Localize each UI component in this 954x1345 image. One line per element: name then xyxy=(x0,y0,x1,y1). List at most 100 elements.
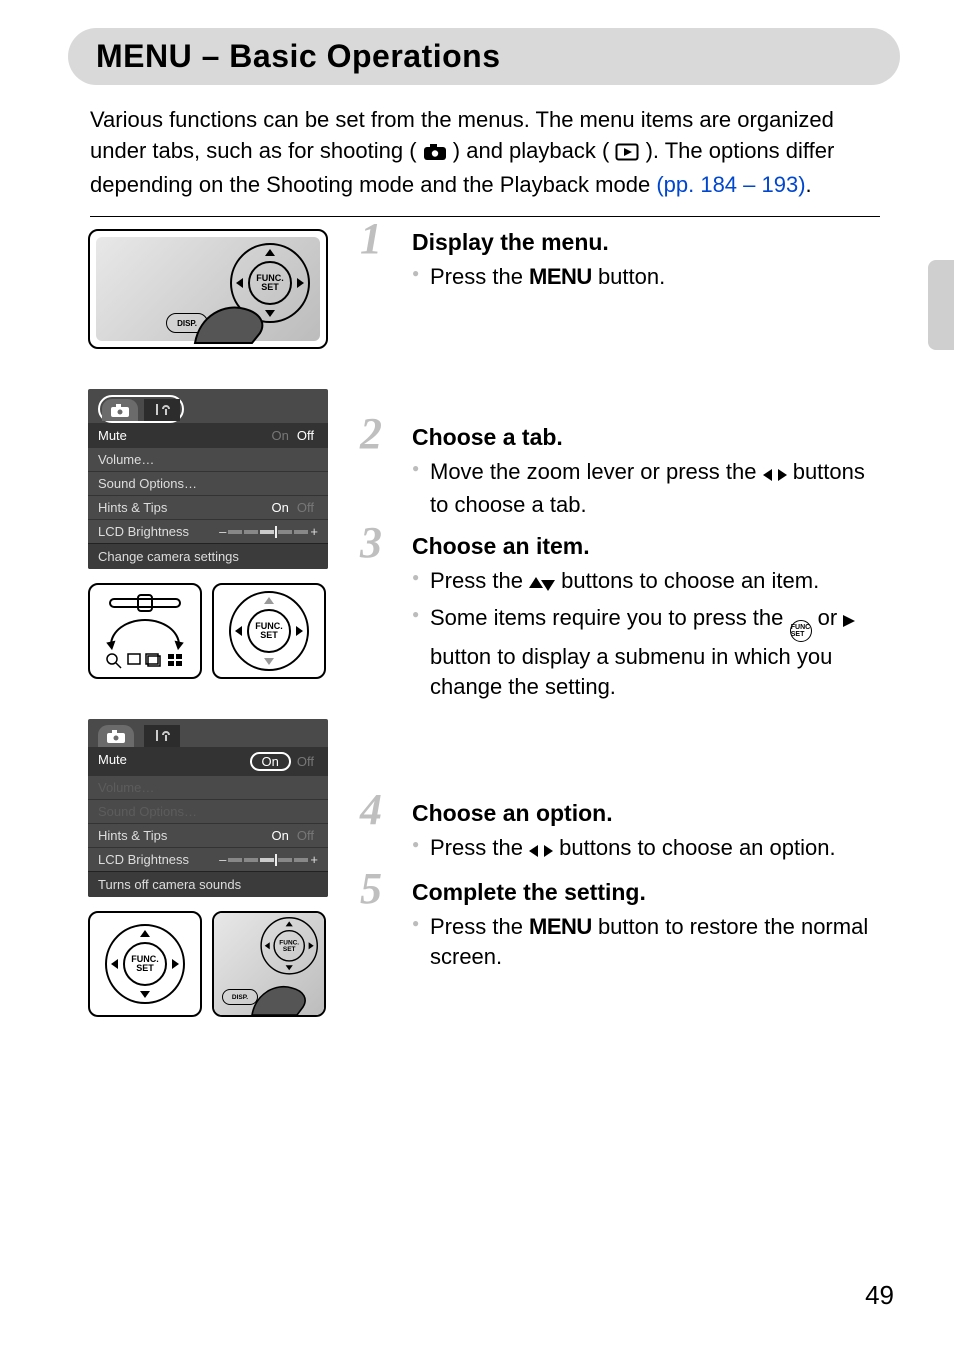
shooting-tab-icon xyxy=(102,399,138,421)
bullet-text: buttons to choose an option. xyxy=(553,835,836,860)
func-set-label: FUNC. SET xyxy=(273,930,305,962)
menu-row-label: Hints & Tips xyxy=(98,828,167,843)
brightness-slider: –+ xyxy=(219,524,318,539)
zoom-icons-row xyxy=(100,651,190,669)
menu-row-label: Sound Options… xyxy=(98,476,197,491)
playback-icon xyxy=(615,139,639,170)
menu-row-label: LCD Brightness xyxy=(98,852,189,867)
menu-row: Mute On Off xyxy=(88,423,328,447)
illustration-zoom-lever xyxy=(88,583,202,679)
menu-row-opt-dim: On xyxy=(272,428,289,443)
bullet-text: button. xyxy=(592,264,665,289)
menu-glyph: MENU xyxy=(529,914,592,939)
step-number: 5 xyxy=(360,867,382,911)
page-title: MENU – Basic Operations xyxy=(96,38,872,75)
rotate-arrows-icon xyxy=(110,619,180,645)
step-bullet: Move the zoom lever or press the buttons… xyxy=(412,457,880,519)
illustration-menu-press: FUNC. SET DISP. MENU xyxy=(88,229,328,349)
zoom-lever-icon xyxy=(100,593,190,613)
selected-option-circle: On xyxy=(250,752,291,771)
step-1: 1 Display the menu. Press the MENU butto… xyxy=(368,229,880,292)
menu-row: LCD Brightness –+ xyxy=(88,847,328,871)
bullet-text: Press the xyxy=(430,264,529,289)
step-2: 2 Choose a tab. Move the zoom lever or p… xyxy=(368,424,880,519)
menu-row-label: Volume… xyxy=(98,780,154,795)
illustration-menu-press-small: FUNC. SET DISP. MENU xyxy=(212,911,326,1017)
step-number: 1 xyxy=(360,217,382,261)
tools-tab-icon xyxy=(144,725,180,747)
menu-row-label: LCD Brightness xyxy=(98,524,189,539)
menu-row: LCD Brightness –+ xyxy=(88,519,328,543)
title-bar: MENU – Basic Operations xyxy=(68,28,900,85)
menu-row-label: Mute xyxy=(98,428,127,443)
lcd-menu-b: Mute On Off Volume… Sound Options… Hints… xyxy=(88,719,328,897)
menu-footer: Change camera settings xyxy=(88,543,328,569)
step-title: Choose an option. xyxy=(412,800,880,827)
left-right-arrows-icon xyxy=(763,460,787,490)
bullet-text: button to display a submenu in which you… xyxy=(430,644,832,699)
step-bullet: Press the MENU button to restore the nor… xyxy=(412,912,880,971)
step-title: Display the menu. xyxy=(412,229,880,256)
bullet-text: Move the zoom lever or press the xyxy=(430,459,763,484)
menu-row-label: Sound Options… xyxy=(98,804,197,819)
bullet-text: Press the xyxy=(430,568,529,593)
page-reference-link[interactable]: (pp. 184 – 193) xyxy=(656,172,805,197)
illustration-dpad-all: FUNC. SET xyxy=(88,911,202,1017)
step-5: 5 Complete the setting. Press the MENU b… xyxy=(368,879,880,971)
step-number: 3 xyxy=(360,521,382,565)
left-right-arrows-icon xyxy=(529,836,553,866)
menu-row-opt-dim: Off xyxy=(297,828,314,843)
intro-text-4: . xyxy=(806,172,812,197)
divider xyxy=(90,216,880,217)
bullet-text: Press the xyxy=(430,914,529,939)
step-bullet: Press the buttons to choose an option. xyxy=(412,833,880,866)
camera-icon xyxy=(423,139,447,170)
menu-row-opt-on: On xyxy=(272,828,289,843)
bullet-text: buttons to choose an item. xyxy=(555,568,819,593)
thumb-pointer-icon xyxy=(248,977,318,1017)
menu-row: Volume… xyxy=(88,447,328,471)
menu-row-opt-dim: Off xyxy=(297,500,314,515)
up-down-arrows-icon xyxy=(529,569,555,599)
step-bullet: Press the buttons to choose an item. xyxy=(412,566,880,599)
menu-row: Sound Options… xyxy=(88,799,328,823)
func-set-label: FUNC. SET xyxy=(123,942,167,986)
menu-row-opt-on: On xyxy=(262,754,279,769)
menu-row: Hints & Tips On Off xyxy=(88,495,328,519)
step-title: Choose a tab. xyxy=(412,424,880,451)
lcd-menu-a: Mute On Off Volume… Sound Options… Hints … xyxy=(88,389,328,569)
menu-row-opt-dim: Off xyxy=(297,754,314,769)
thumb-pointer-icon xyxy=(190,295,280,345)
menu-footer: Turns off camera sounds xyxy=(88,871,328,897)
menu-row: Volume… xyxy=(88,775,328,799)
brightness-slider: –+ xyxy=(219,852,318,867)
page-number: 49 xyxy=(865,1280,894,1311)
step-4: 4 Choose an option. Press the buttons to… xyxy=(368,800,880,866)
bullet-text: Press the xyxy=(430,835,529,860)
step-3: 3 Choose an item. Press the buttons to c… xyxy=(368,533,880,701)
menu-row-opt-on: Off xyxy=(297,428,314,443)
step-bullet: Press the MENU button. xyxy=(412,262,880,292)
step-title: Choose an item. xyxy=(412,533,880,560)
menu-row-opt-on: On xyxy=(272,500,289,515)
bullet-text: or xyxy=(812,605,844,630)
step-number: 4 xyxy=(360,788,382,832)
shooting-tab-icon xyxy=(98,725,134,747)
tools-tab-icon xyxy=(144,399,180,421)
intro-paragraph: Various functions can be set from the me… xyxy=(90,105,880,200)
menu-glyph: MENU xyxy=(529,264,592,289)
step-title: Complete the setting. xyxy=(412,879,880,906)
func-set-icon: FUNCSET xyxy=(790,620,812,642)
bullet-text: Some items require you to press the xyxy=(430,605,790,630)
menu-row-label: Mute xyxy=(98,752,127,771)
menu-row: Hints & Tips On Off xyxy=(88,823,328,847)
menu-row-label: Hints & Tips xyxy=(98,500,167,515)
right-arrow-icon xyxy=(843,606,855,636)
step-bullet: Some items require you to press the FUNC… xyxy=(412,603,880,701)
section-tab xyxy=(928,260,954,350)
menu-row: Sound Options… xyxy=(88,471,328,495)
intro-text-2: ) and playback ( xyxy=(453,138,610,163)
func-set-label: FUNC. SET xyxy=(247,609,291,653)
step-number: 2 xyxy=(360,412,382,456)
illustration-dpad-lr: FUNC. SET xyxy=(212,583,326,679)
